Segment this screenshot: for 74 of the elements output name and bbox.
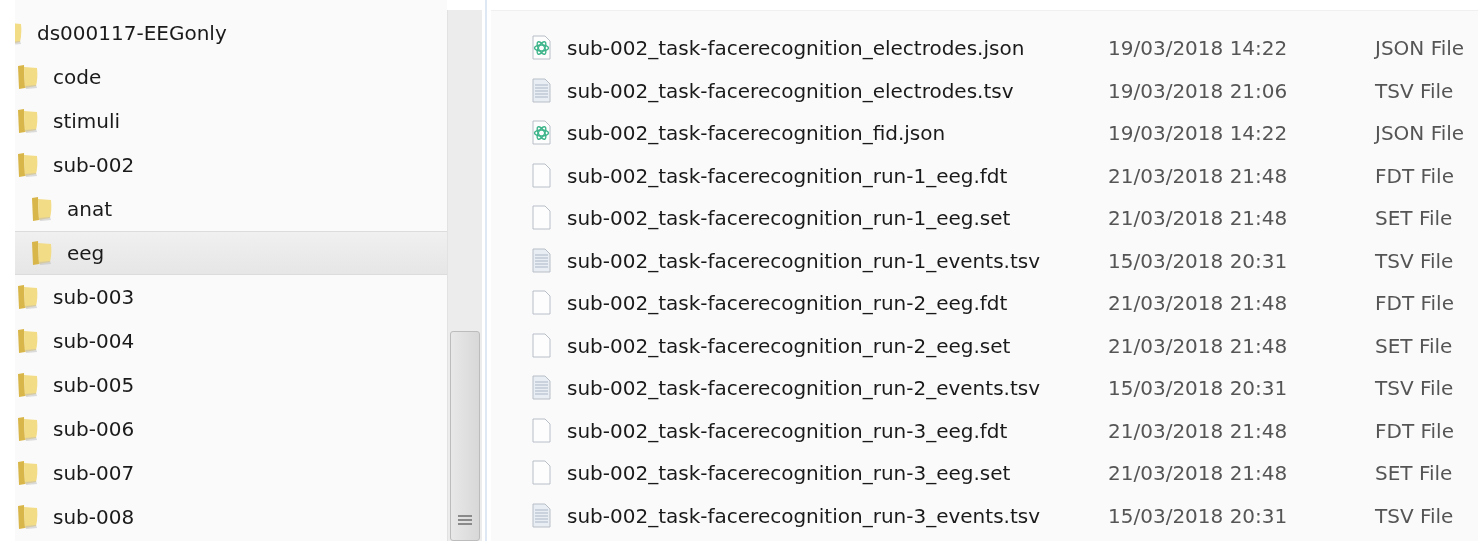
folder-icon: [17, 328, 39, 354]
file-type: FDT File: [1375, 163, 1454, 188]
date-modified: 15/03/2018 20:31: [1108, 503, 1289, 528]
file-name[interactable]: sub-002_task-facerecognition_run-2_eeg.fdt: [567, 291, 1108, 316]
tree-item[interactable]: sub-008: [15, 495, 447, 539]
scroll-thumb[interactable]: [450, 331, 480, 541]
folder-icon: [17, 108, 39, 134]
file-name[interactable]: sub-002_task-facerecognition_run-3_eeg.fdt: [567, 418, 1108, 443]
date-modified: 19/03/2018 21:06: [1108, 78, 1289, 103]
file-type: JSON File: [1375, 36, 1465, 61]
scrollbar[interactable]: [447, 10, 482, 541]
tree-item[interactable]: sub-002: [15, 143, 447, 187]
file-type: TSV File: [1375, 78, 1454, 103]
tree-item[interactable]: ds000117-EEGonly: [15, 11, 447, 55]
tree-item[interactable]: sub-003: [15, 275, 447, 319]
tree-item[interactable]: sub-004: [15, 319, 447, 363]
file-name[interactable]: sub-002_task-facerecognition_fid.json: [567, 121, 1108, 146]
folder-icon: [17, 64, 39, 90]
date-modified: 21/03/2018 21:48: [1108, 163, 1289, 188]
folder-icon: [17, 152, 39, 178]
file-name[interactable]: sub-002_task-facerecognition_run-1_eeg.fdt: [567, 163, 1108, 188]
file-icon: [531, 290, 553, 317]
text-file-icon: [531, 375, 553, 402]
file-name[interactable]: sub-002_task-facerecognition_run-3_events.tsv: [567, 503, 1108, 528]
folder-icon: [17, 284, 39, 310]
file-type: TSV File: [1375, 503, 1454, 528]
file-icon: [531, 205, 553, 232]
date-modified: 21/03/2018 21:48: [1108, 206, 1289, 231]
file-type: TSV File: [1375, 248, 1454, 273]
file-icon: [531, 417, 553, 444]
file-type: FDT File: [1375, 291, 1454, 316]
folder-icon: [17, 504, 39, 530]
file-icon: [531, 460, 553, 487]
date-modified: 21/03/2018 21:48: [1108, 291, 1289, 316]
date-modified: 21/03/2018 21:48: [1108, 418, 1289, 443]
date-modified: 19/03/2018 14:22: [1108, 121, 1289, 146]
file-name[interactable]: sub-002_task-facerecognition_electrodes.tsv: [567, 78, 1108, 103]
folder-icon: [17, 416, 39, 442]
date-modified: 15/03/2018 20:31: [1108, 248, 1289, 273]
file-name[interactable]: sub-002_task-facerecognition_run-1_events.tsv: [567, 248, 1108, 273]
atom-icon: [531, 120, 553, 147]
file-type: SET File: [1375, 461, 1453, 486]
date-modified: 19/03/2018 14:22: [1108, 36, 1289, 61]
tree-item[interactable]: anat: [15, 187, 447, 231]
text-file-icon: [531, 77, 553, 104]
tree-item[interactable]: sub-006: [15, 407, 447, 451]
file-name[interactable]: sub-002_task-facerecognition_electrodes.json: [567, 36, 1108, 61]
file-icon: [531, 162, 553, 189]
folder-icon: [31, 240, 53, 266]
tree-item[interactable]: stimuli: [15, 99, 447, 143]
tree-item[interactable]: sub-005: [15, 363, 447, 407]
file-name[interactable]: sub-002_task-facerecognition_run-3_eeg.set: [567, 461, 1108, 486]
file-type: SET File: [1375, 206, 1453, 231]
text-file-icon: [531, 247, 553, 274]
date-modified: 21/03/2018 21:48: [1108, 333, 1289, 358]
file-name[interactable]: sub-002_task-facerecognition_run-1_eeg.set: [567, 206, 1108, 231]
text-file-icon: [531, 502, 553, 529]
date-modified: 15/03/2018 20:31: [1108, 376, 1289, 401]
tree-item[interactable]: sub-007: [15, 451, 447, 495]
file-type: JSON File: [1375, 121, 1465, 146]
file-name[interactable]: sub-002_task-facerecognition_run-2_eeg.set: [567, 333, 1108, 358]
grip-icon: [457, 514, 473, 526]
folder-icon: [17, 460, 39, 486]
atom-icon: [531, 35, 553, 62]
tree-item[interactable]: code: [15, 55, 447, 99]
folder-icon: [31, 196, 53, 222]
folder-icon: [17, 372, 39, 398]
date-modified: 21/03/2018 21:48: [1108, 461, 1289, 486]
file-icon: [531, 332, 553, 359]
file-name[interactable]: sub-002_task-facerecognition_run-2_events.tsv: [567, 376, 1108, 401]
file-type: FDT File: [1375, 418, 1454, 443]
file-type: TSV File: [1375, 376, 1454, 401]
file-type: SET File: [1375, 333, 1453, 358]
tree-item[interactable]: eeg: [15, 231, 447, 275]
